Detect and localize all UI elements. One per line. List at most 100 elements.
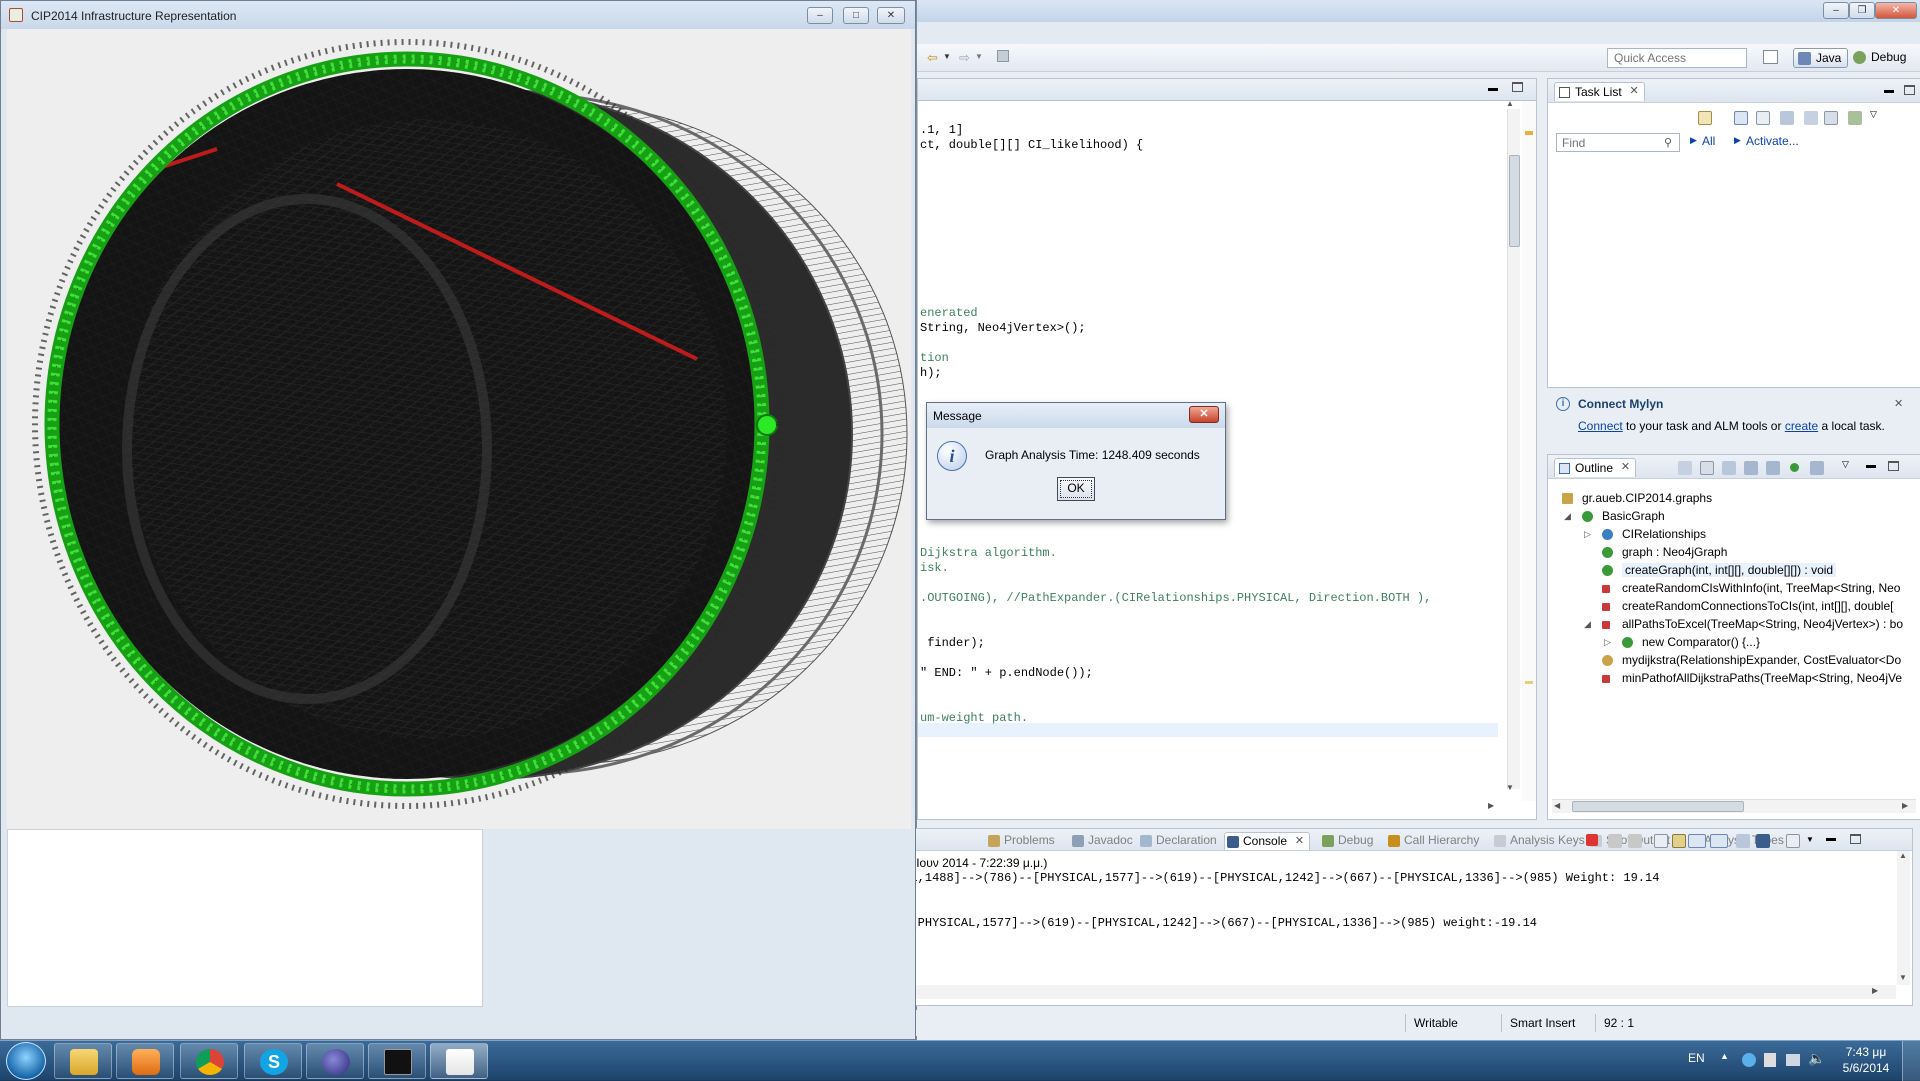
terminate-icon[interactable] <box>1586 834 1598 846</box>
code-line[interactable]: String, Neo4jVertex>(); <box>920 321 1086 335</box>
code-line[interactable]: " END: " + p.endNode()); <box>920 666 1093 680</box>
tree-toggle-icon[interactable]: ◢ <box>1564 511 1571 522</box>
chevron-up-icon[interactable]: ▲ <box>1720 1051 1729 1061</box>
network-graph[interactable] <box>7 29 911 829</box>
scheduled-icon[interactable] <box>1756 111 1770 125</box>
minimize-icon[interactable]: ▬ <box>1866 460 1876 471</box>
view-menu-icon[interactable]: ▽ <box>1870 109 1877 120</box>
console-vertical-scrollbar[interactable]: ▲ ▼ <box>1897 851 1910 985</box>
explorer-taskbar-button[interactable] <box>54 1043 112 1079</box>
tab-console[interactable]: Console ✕ <box>1224 832 1311 850</box>
filter-icon[interactable] <box>1804 111 1818 125</box>
chevron-down-icon[interactable]: ▼ <box>975 52 983 61</box>
outline-item[interactable]: graph : Neo4jGraph <box>1622 545 1727 559</box>
tab-task-list[interactable]: Task List ✕ <box>1554 82 1645 101</box>
tab-javadoc[interactable]: Javadoc <box>1070 832 1137 850</box>
search-icon[interactable]: ⚲ <box>1664 136 1672 149</box>
show-stderr-icon[interactable] <box>1710 834 1728 848</box>
outline-item[interactable]: createRandomConnectionsToCIs(int, int[][… <box>1622 599 1893 613</box>
code-line[interactable]: .OUTGOING), //PathExpander.(CIRelationsh… <box>920 591 1431 605</box>
code-line[interactable]: h); <box>920 366 942 380</box>
scroll-lock-icon[interactable] <box>1672 834 1686 848</box>
sort-icon[interactable] <box>1678 461 1692 475</box>
tree-toggle-icon[interactable]: ▷ <box>1584 529 1591 540</box>
code-line[interactable]: enerated <box>920 306 978 320</box>
code-line[interactable]: ct, double[][] CI_likelihood) { <box>920 138 1143 152</box>
warning-marker-icon[interactable] <box>1525 131 1533 135</box>
scrollbar-thumb[interactable] <box>1572 801 1744 812</box>
view-menu-icon[interactable]: ▽ <box>1842 459 1849 470</box>
mylyn-connect-link[interactable]: Connect <box>1578 419 1623 433</box>
hide-static-icon[interactable] <box>1766 461 1780 475</box>
close-button[interactable]: ✕ <box>877 7 905 24</box>
tree-toggle-icon[interactable]: ◢ <box>1584 619 1591 630</box>
scroll-up-arrow-icon[interactable]: ▲ <box>1899 851 1907 860</box>
media-player-taskbar-button[interactable] <box>116 1043 174 1079</box>
categorized-icon[interactable] <box>1734 111 1748 125</box>
outline-item[interactable]: allPathsToExcel(TreeMap<String, Neo4jVer… <box>1622 617 1903 631</box>
close-icon[interactable]: ✕ <box>1621 460 1630 473</box>
maximize-button[interactable]: □ <box>843 7 869 24</box>
cmd-taskbar-button[interactable] <box>368 1043 426 1079</box>
scroll-right-arrow-icon[interactable]: ▶ <box>1872 986 1878 995</box>
activate-link[interactable]: Activate... <box>1746 134 1799 148</box>
maximize-icon[interactable] <box>1850 834 1861 844</box>
minimize-button[interactable]: – <box>807 7 833 24</box>
collapse-all-icon[interactable] <box>1824 111 1838 125</box>
code-line[interactable]: tion <box>920 351 949 365</box>
sort-alpha-icon[interactable] <box>1722 461 1736 475</box>
maximize-icon[interactable] <box>1904 85 1915 95</box>
graph-canvas[interactable] <box>7 29 911 829</box>
eclipse-taskbar-button[interactable] <box>306 1043 364 1079</box>
clock-date[interactable]: 5/6/2014 <box>1836 1061 1896 1075</box>
outline-item[interactable]: minPathofAllDijkstraPaths(TreeMap<String… <box>1622 671 1902 685</box>
focus-icon[interactable] <box>1780 111 1794 125</box>
open-console-icon[interactable] <box>1786 834 1800 848</box>
scroll-left-arrow-icon[interactable]: ◀ <box>1554 801 1560 810</box>
flag-icon[interactable] <box>1764 1053 1776 1067</box>
ok-button[interactable]: OK <box>1057 477 1095 501</box>
remove-launch-icon[interactable] <box>1608 834 1622 848</box>
outline-item[interactable]: new Comparator() {...} <box>1642 635 1760 649</box>
close-button[interactable]: ✕ <box>1875 2 1917 19</box>
pin-console-icon[interactable] <box>1736 834 1750 848</box>
maximize-icon[interactable] <box>1512 82 1523 92</box>
forward-arrow-icon[interactable]: ⇨ <box>959 50 970 66</box>
selected-node[interactable] <box>756 414 778 436</box>
minimize-icon[interactable]: ▬ <box>1826 833 1836 844</box>
start-button[interactable] <box>6 1042 46 1080</box>
close-icon[interactable]: ✕ <box>1629 84 1638 97</box>
outline-item[interactable]: BasicGraph <box>1602 509 1665 523</box>
network-icon[interactable] <box>1742 1053 1756 1067</box>
collapse-all-icon[interactable] <box>1700 461 1714 475</box>
outline-horizontal-scrollbar[interactable]: ◀ ▶ <box>1552 799 1916 813</box>
close-icon[interactable]: ✕ <box>1894 397 1903 410</box>
mylyn-create-link[interactable]: create <box>1785 419 1818 433</box>
language-indicator[interactable]: EN <box>1688 1051 1705 1065</box>
sync-icon[interactable] <box>1848 111 1862 125</box>
outline-item[interactable]: mydijkstra(RelationshipExpander, CostEva… <box>1622 653 1901 667</box>
outline-item[interactable]: createRandomCIsWithInfo(int, TreeMap<Str… <box>1622 581 1900 595</box>
code-line[interactable]: um-weight path. <box>920 711 1028 725</box>
dialog-close-button[interactable]: ✕ <box>1189 406 1219 423</box>
quick-access-input[interactable] <box>1607 48 1747 68</box>
close-icon[interactable]: ✕ <box>1295 834 1304 847</box>
minimize-icon[interactable]: ▬ <box>1488 83 1498 94</box>
outline-item[interactable]: CIRelationships <box>1622 527 1706 541</box>
perspective-java[interactable]: Java <box>1793 48 1849 68</box>
perspective-debug[interactable]: Debug <box>1849 48 1912 68</box>
display-icon[interactable] <box>1786 1054 1800 1066</box>
tab-debug[interactable]: Debug <box>1320 832 1377 850</box>
restore-button[interactable]: ❐ <box>1849 2 1875 19</box>
hide-fields-icon[interactable] <box>1744 461 1758 475</box>
tree-toggle-icon[interactable]: ▷ <box>1604 637 1611 648</box>
code-line[interactable]: .1, 1] <box>920 123 963 137</box>
tab-declaration[interactable]: Declaration <box>1138 832 1221 850</box>
minimize-button[interactable]: – <box>1823 2 1849 19</box>
code-line[interactable]: Dijkstra algorithm. <box>920 546 1057 560</box>
scroll-down-arrow-icon[interactable]: ▼ <box>1506 783 1514 792</box>
show-stdout-icon[interactable] <box>1688 834 1706 848</box>
code-line[interactable]: isk. <box>920 561 949 575</box>
java-taskbar-button[interactable] <box>430 1043 488 1079</box>
volume-icon[interactable]: 🔈 <box>1808 1050 1825 1067</box>
